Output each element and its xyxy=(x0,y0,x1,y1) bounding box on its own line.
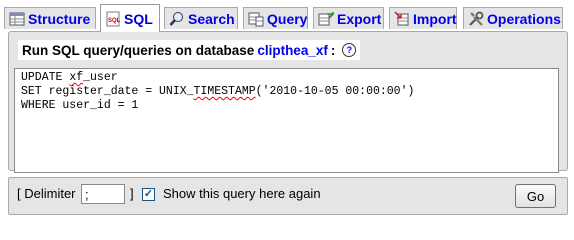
query-line: UPDATE xf_user xyxy=(21,71,552,85)
show-query-label: Show this query here again xyxy=(163,186,321,201)
tab-label: Query xyxy=(267,10,308,27)
database-link[interactable]: clipthea_xf xyxy=(257,43,328,58)
search-icon xyxy=(169,11,185,27)
query-line-1: UPDATE xf_user xyxy=(21,71,118,84)
delimiter-bracket: ] xyxy=(130,186,134,201)
tab-label: Search xyxy=(188,10,235,27)
tab-structure[interactable]: Structure xyxy=(4,7,96,29)
tab-export[interactable]: Export xyxy=(313,7,384,29)
query-icon xyxy=(248,11,264,27)
query-line-2: SET register_date = UNIX_TIMESTAMP('2010… xyxy=(21,85,415,98)
delimiter-label: [ Delimiter xyxy=(17,186,76,201)
query-line-3: WHERE user_id = 1 xyxy=(21,99,139,112)
import-icon xyxy=(394,10,410,27)
svg-text:SQL: SQL xyxy=(108,18,121,24)
show-query-checkbox[interactable]: ✓ xyxy=(142,188,155,201)
tab-search[interactable]: Search xyxy=(164,7,238,29)
sql-icon: SQL xyxy=(105,11,121,27)
tab-import[interactable]: Import xyxy=(389,7,457,29)
go-button[interactable]: Go xyxy=(515,184,556,208)
delimiter-input[interactable] xyxy=(81,184,125,204)
legend-colon: : xyxy=(330,42,336,58)
export-icon xyxy=(318,11,334,27)
panel-legend: Run SQL query/queries on database clipth… xyxy=(18,40,361,60)
tab-query[interactable]: Query xyxy=(243,7,308,29)
tab-bar: Structure SQL SQL Search Query Export Im… xyxy=(0,0,574,32)
tab-operations[interactable]: Operations xyxy=(463,7,563,29)
help-icon[interactable]: ? xyxy=(342,43,357,57)
tab-sql[interactable]: SQL SQL xyxy=(100,4,160,32)
operations-icon xyxy=(468,11,484,27)
tab-label: Operations xyxy=(487,10,561,27)
query-line: WHERE user_id = 1 xyxy=(21,99,552,113)
spellcheck-underline: TIMESTAMP xyxy=(193,85,256,98)
tab-label: Import xyxy=(413,10,457,27)
legend-text: Run SQL query/queries on database xyxy=(22,42,255,58)
structure-icon xyxy=(9,11,25,27)
sql-query-textarea[interactable]: UPDATE xf_user SET register_date = UNIX_T… xyxy=(14,68,559,173)
query-line: SET register_date = UNIX_TIMESTAMP('2010… xyxy=(21,85,552,99)
tab-label: Export xyxy=(337,10,382,27)
tab-label: SQL xyxy=(124,10,153,27)
spellcheck-underline: xf xyxy=(69,71,84,84)
tab-label: Structure xyxy=(28,10,91,27)
